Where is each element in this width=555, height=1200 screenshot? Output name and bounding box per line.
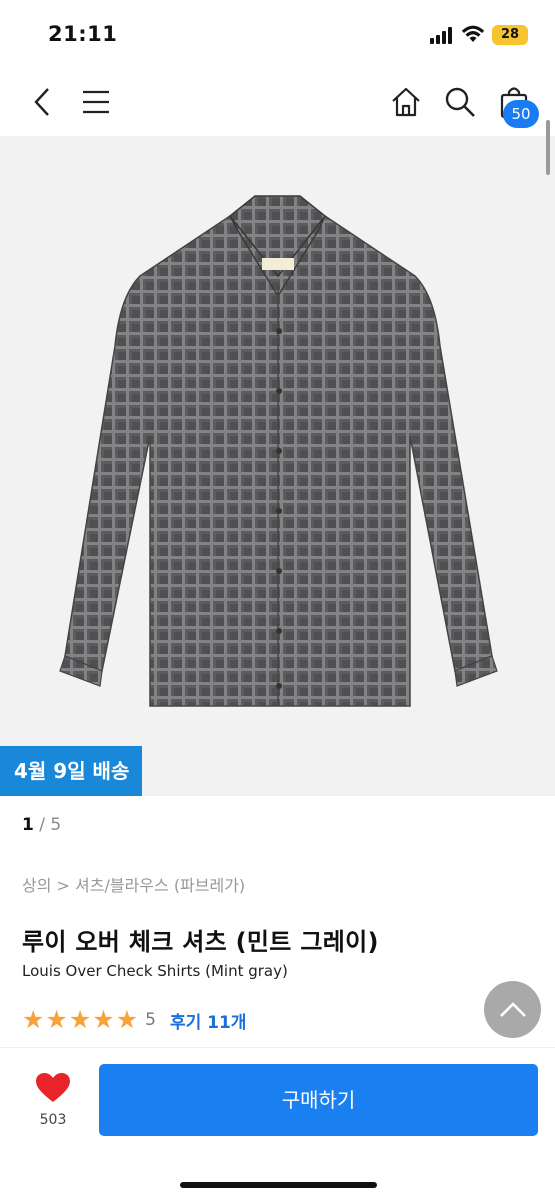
cart-count-badge[interactable]: 50 [503, 100, 539, 128]
divider [0, 1047, 555, 1048]
chevron-up-icon [499, 1001, 526, 1017]
search-icon[interactable] [440, 82, 480, 122]
star-icon: ★ [45, 1005, 68, 1034]
status-bar: 21:11 28 [0, 0, 555, 68]
like-button[interactable]: 503 [20, 1068, 86, 1138]
image-page-indicator: 1 / 5 [22, 815, 61, 835]
star-icon: ★ [115, 1005, 139, 1034]
page-separator: / [33, 815, 51, 835]
review-count-link[interactable]: 후기 11개 [170, 1008, 247, 1033]
nav-bar [0, 68, 555, 136]
rating-score: 5 [145, 1010, 156, 1030]
delivery-date-tag: 4월 9일 배송 [0, 746, 142, 796]
shirt-image [59, 195, 498, 707]
status-time: 21:11 [48, 22, 118, 46]
breadcrumb[interactable]: 상의 > 셔츠/블라우스 (파브레가) [22, 872, 245, 896]
star-icon: ★ [92, 1005, 115, 1034]
wifi-icon [461, 25, 485, 42]
rating-row: ★ ★ ★ ★ ★ 5 후기 11개 [22, 1006, 246, 1034]
scroll-to-top-button[interactable] [484, 981, 541, 1038]
star-icon: ★ [68, 1005, 92, 1034]
star-icon: ★ [22, 1005, 45, 1034]
product-subtitle: Louis Over Check Shirts (Mint gray) [22, 962, 288, 980]
signal-icon [430, 26, 456, 44]
menu-icon[interactable] [76, 82, 116, 122]
total-pages: 5 [50, 815, 62, 835]
buy-button[interactable]: 구매하기 [99, 1064, 538, 1136]
heart-icon [36, 1073, 70, 1102]
battery-indicator: 28 [492, 25, 528, 45]
home-indicator [180, 1182, 377, 1188]
product-image[interactable] [0, 136, 555, 796]
current-page: 1 [22, 815, 34, 835]
back-icon[interactable] [22, 82, 62, 122]
like-count: 503 [39, 1112, 67, 1128]
product-title: 루이 오버 체크 셔츠 (민트 그레이) [22, 928, 379, 956]
home-icon[interactable] [386, 82, 426, 122]
scrollbar[interactable] [546, 120, 550, 175]
